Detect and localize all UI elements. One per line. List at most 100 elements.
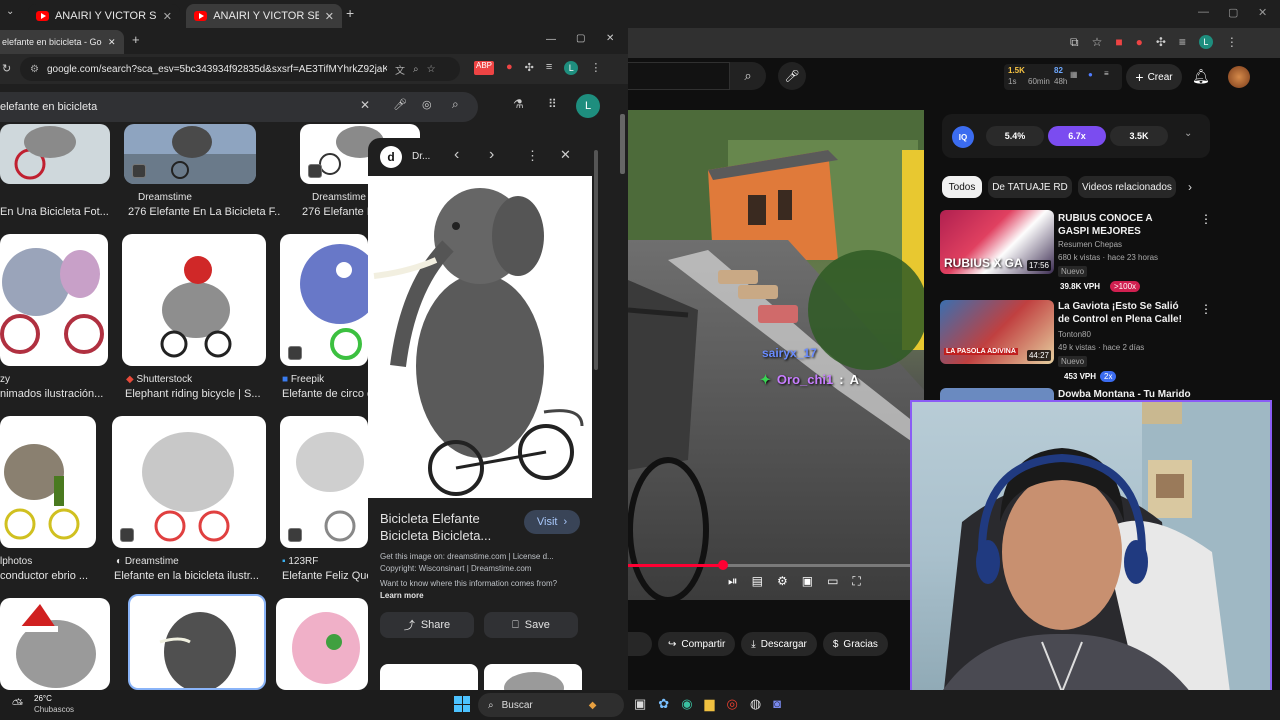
share-button[interactable]: ↪ Compartir <box>658 632 736 656</box>
action-partial-button[interactable] <box>628 632 652 656</box>
close-tab-icon[interactable]: ✕ <box>108 37 116 48</box>
extension-record-icon[interactable]: ● <box>506 61 513 75</box>
related-video[interactable]: LA PASOLA ADIVINA 44:27 La Gaviota ¡Esto… <box>940 300 1212 384</box>
more-options-icon[interactable]: ⋮ <box>1200 212 1212 226</box>
result-title[interactable]: Elefante Feliz Que <box>282 570 368 582</box>
close-window-button[interactable]: ✕ <box>606 33 614 44</box>
progress-bar[interactable] <box>628 564 924 567</box>
chip-all[interactable]: Todos <box>942 176 982 198</box>
page-scrollbar[interactable] <box>620 114 625 174</box>
result-title[interactable]: 276 Elefante En La Bicicleta F... <box>128 206 280 218</box>
result-thumbnail[interactable] <box>0 598 110 690</box>
panel-scrollbar[interactable] <box>594 150 598 370</box>
edge-icon[interactable]: ◉ <box>681 696 692 712</box>
preview-image[interactable] <box>368 176 592 498</box>
share-button[interactable]: ⤴ Share <box>380 612 474 638</box>
account-avatar[interactable] <box>1228 66 1250 88</box>
labs-flask-icon[interactable]: ⚗ <box>513 97 524 111</box>
outer-tab-1[interactable]: ANAIRI Y VICTOR SE METE UN I ✕ <box>28 4 180 28</box>
extension-record-icon[interactable]: ● <box>1136 35 1143 50</box>
related-video[interactable]: Dowba Montana - Tu Marido ft <box>940 388 1210 400</box>
search-box[interactable] <box>628 62 730 90</box>
more-options-icon[interactable]: ⋮ <box>526 148 539 164</box>
result-title[interactable]: conductor ebrio ... <box>0 570 110 582</box>
profile-avatar[interactable]: L <box>564 61 579 75</box>
close-window-button[interactable]: ✕ <box>1258 6 1267 19</box>
google-tab[interactable]: elefante en bicicleta - Google S ✕ <box>0 30 124 54</box>
autoplay-toggle-icon[interactable]: ⏯︎ <box>728 574 738 589</box>
result-thumbnail[interactable] <box>0 124 110 184</box>
learn-more-link[interactable]: Learn more <box>380 591 424 600</box>
related-image[interactable] <box>484 664 582 690</box>
weather-icon[interactable]: ⛅︎ <box>12 696 23 713</box>
copilot-icon[interactable]: ✿ <box>658 696 669 712</box>
result-title[interactable]: nimados ilustración... <box>0 388 110 400</box>
visit-button[interactable]: Visit › <box>524 510 580 534</box>
close-preview-button[interactable]: ✕ <box>560 147 571 163</box>
create-button[interactable]: + Crear <box>1126 64 1182 90</box>
result-thumbnail-selected[interactable] <box>128 594 266 690</box>
bookmark-star-icon[interactable]: ☆ <box>1092 35 1103 50</box>
maximize-button[interactable]: ▢ <box>1228 6 1238 19</box>
obs-icon[interactable]: ◍ <box>750 696 761 712</box>
close-tab-icon[interactable]: ✕ <box>163 10 172 23</box>
voice-search-icon[interactable]: 🎤︎ <box>393 98 407 111</box>
apps-grid-icon[interactable]: ⠿ <box>548 97 557 111</box>
result-thumbnail[interactable] <box>0 234 108 366</box>
previous-image-button[interactable]: ‹ <box>454 146 459 164</box>
download-button[interactable]: ⤓ Descargar <box>741 632 817 656</box>
chrome-icon[interactable]: ◎ <box>727 696 738 712</box>
settings-gear-icon[interactable]: ⚙︎ <box>777 574 788 589</box>
subtitles-icon[interactable]: ▤ <box>752 574 763 589</box>
minimize-button[interactable]: — <box>546 34 556 45</box>
address-bar[interactable]: ⚙︎ google.com/search?sca_esv=5bc343934f9… <box>20 57 460 81</box>
menu-dots-icon[interactable]: ⋮ <box>590 61 601 75</box>
discord-icon[interactable]: ◙ <box>773 696 781 712</box>
extension-red-icon[interactable]: ■ <box>1115 35 1122 50</box>
new-tab-button[interactable]: + <box>346 5 354 21</box>
miniplayer-icon[interactable]: ▣ <box>802 574 813 589</box>
result-thumbnail[interactable] <box>276 598 368 690</box>
search-submit-icon[interactable]: ⌕ <box>452 97 459 112</box>
result-thumbnail[interactable] <box>0 416 96 548</box>
task-view-icon[interactable]: ▣ <box>634 696 646 712</box>
result-title[interactable]: Elefante en la bicicleta ilustr... <box>114 570 264 582</box>
bookmark-star-icon[interactable]: ☆ <box>427 64 436 75</box>
next-image-button[interactable]: › <box>489 146 494 164</box>
chip-related[interactable]: Videos relacionados <box>1078 176 1176 198</box>
thanks-button[interactable]: $ Gracias <box>822 632 888 656</box>
metrics-expand-icon[interactable]: ⌄ <box>1184 128 1192 139</box>
result-thumbnail[interactable] <box>122 234 266 366</box>
related-image[interactable] <box>380 664 478 690</box>
clear-search-icon[interactable]: ✕ <box>360 98 370 112</box>
result-title[interactable]: 276 Elefante E <box>302 206 368 218</box>
translate-icon[interactable]: 文 <box>395 62 405 77</box>
file-explorer-icon[interactable]: ▆ <box>705 696 715 712</box>
new-tab-button[interactable]: + <box>132 32 140 47</box>
zoom-icon[interactable]: ⌕ <box>413 64 419 75</box>
reading-list-icon[interactable]: ≡ <box>1179 35 1186 50</box>
minimize-button[interactable]: — <box>1198 6 1209 18</box>
theater-mode-icon[interactable]: ▭ <box>827 574 838 589</box>
taskbar-search-box[interactable]: ⌕ Buscar ◆ <box>478 693 624 717</box>
chip-channel[interactable]: De TATUAJE RD <box>988 176 1072 198</box>
result-thumbnail[interactable] <box>112 416 266 548</box>
tab-search-dropdown[interactable]: ⌄ <box>6 6 22 22</box>
fullscreen-icon[interactable]: ⛶ <box>852 574 860 589</box>
chips-next-icon[interactable]: › <box>1188 180 1192 194</box>
voice-search-button[interactable]: 🎤︎ <box>778 62 806 90</box>
extensions-puzzle-icon[interactable]: ✣ <box>1156 35 1166 50</box>
result-title[interactable]: Elefante de circo e <box>282 388 368 400</box>
reading-list-icon[interactable]: ≡ <box>546 61 552 75</box>
adblock-icon[interactable]: ABP <box>474 61 495 75</box>
cast-icon[interactable]: ⧉ <box>1070 35 1079 50</box>
reload-icon[interactable]: ↻ <box>2 62 11 75</box>
result-thumbnail[interactable] <box>280 234 368 366</box>
save-button[interactable]: ⎕ Save <box>484 612 578 638</box>
maximize-button[interactable]: ▢ <box>576 33 585 44</box>
related-video[interactable]: RUBIUS X GA 17:56 RUBIUS CONOCE A GASPI … <box>940 210 1212 294</box>
search-button[interactable]: ⌕ <box>730 62 766 90</box>
result-title[interactable]: Elephant riding bicycle | S... <box>125 388 273 400</box>
result-thumbnail[interactable] <box>124 124 256 184</box>
result-title[interactable]: En Una Bicicleta Fot... <box>0 206 110 218</box>
